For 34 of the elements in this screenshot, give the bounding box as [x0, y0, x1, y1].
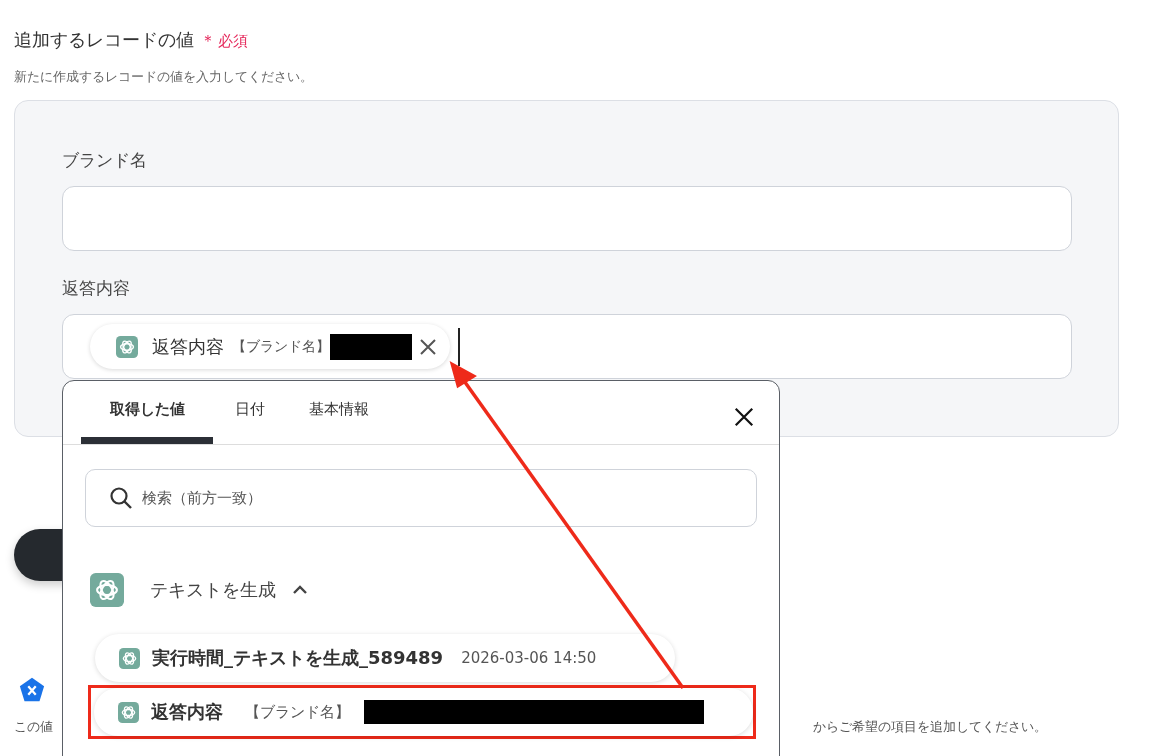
- list-item[interactable]: 返答内容 【ブランド名】: [94, 688, 753, 736]
- search-field[interactable]: 検索（前方一致）: [85, 469, 757, 527]
- text-cursor: [458, 327, 460, 366]
- close-icon[interactable]: [418, 336, 438, 357]
- input-field[interactable]: 返答内容 【ブランド名】: [62, 314, 1072, 379]
- knot-icon: [118, 701, 139, 723]
- description-text: からご希望の項目を追加してください。: [813, 718, 1047, 736]
- knot-icon: [116, 335, 138, 358]
- field-label: 返答内容: [62, 277, 131, 300]
- chevron-icon[interactable]: [292, 585, 308, 595]
- required-label: 必須: [218, 32, 248, 51]
- search-icon: [109, 486, 133, 510]
- required-mark: ＊: [200, 31, 216, 52]
- variable-chip[interactable]: 返答内容 【ブランド名】: [90, 324, 450, 369]
- item-name: 返答内容: [151, 700, 223, 724]
- tab[interactable]: 取得した値: [81, 381, 213, 444]
- section-title: 追加するレコードの値: [14, 28, 194, 52]
- group-title[interactable]: テキストを生成: [150, 578, 276, 602]
- item-name: 実行時間_テキストを生成_589489: [152, 646, 444, 670]
- knot-icon: [90, 573, 124, 607]
- input-field[interactable]: [62, 186, 1072, 251]
- chip-name: 返答内容: [152, 334, 224, 359]
- pentagon-icon: [18, 676, 46, 704]
- tab[interactable]: 基本情報: [287, 381, 391, 444]
- chip-source: 【ブランド名】: [232, 337, 330, 356]
- item-value: 【ブランド名】: [245, 702, 350, 722]
- field-label: ブランド名: [62, 149, 148, 172]
- section-description: 新たに作成するレコードの値を入力してください。: [14, 68, 314, 86]
- description-text: この値: [14, 718, 53, 736]
- close-icon[interactable]: [733, 406, 755, 428]
- item-value: 2026-03-06 14:50: [461, 649, 597, 667]
- tab[interactable]: 日付: [213, 381, 287, 444]
- list-item[interactable]: 実行時間_テキストを生成_589489 2026-03-06 14:50: [95, 634, 675, 682]
- knot-icon: [119, 647, 140, 669]
